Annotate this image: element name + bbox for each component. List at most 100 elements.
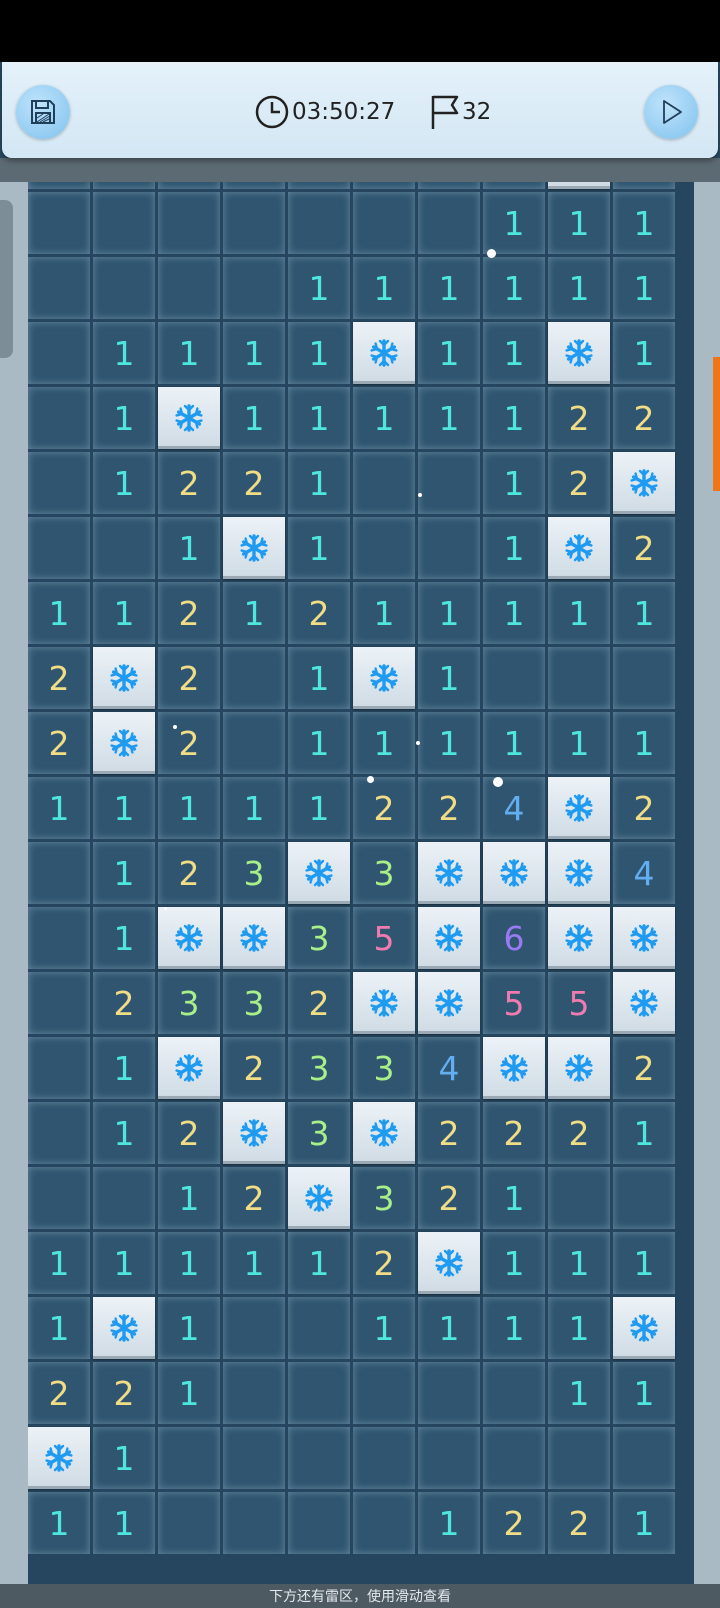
number-cell[interactable]: 1 (353, 712, 415, 774)
number-cell[interactable]: 1 (93, 1232, 155, 1294)
number-cell[interactable]: 1 (28, 1232, 90, 1294)
empty-cell[interactable] (613, 647, 675, 709)
number-cell[interactable]: 2 (288, 582, 350, 644)
number-cell[interactable]: 1 (548, 257, 610, 319)
number-cell[interactable]: 1 (483, 322, 545, 384)
empty-cell[interactable] (418, 517, 480, 579)
number-cell[interactable]: 2 (483, 1102, 545, 1164)
empty-cell[interactable] (28, 452, 90, 514)
mine-cell[interactable] (223, 1102, 285, 1164)
number-cell[interactable]: 2 (158, 1102, 220, 1164)
number-cell[interactable]: 1 (93, 842, 155, 904)
empty-cell[interactable] (548, 1427, 610, 1489)
empty-cell[interactable] (288, 1427, 350, 1489)
number-cell[interactable]: 2 (158, 842, 220, 904)
number-cell[interactable]: 2 (223, 1037, 285, 1099)
number-cell[interactable]: 1 (353, 257, 415, 319)
number-cell[interactable]: 1 (483, 712, 545, 774)
number-cell[interactable]: 1 (223, 1232, 285, 1294)
number-cell[interactable]: 3 (223, 972, 285, 1034)
number-cell[interactable]: 4 (613, 842, 675, 904)
empty-cell[interactable] (28, 322, 90, 384)
number-cell[interactable]: 1 (223, 582, 285, 644)
number-cell[interactable]: 1 (288, 387, 350, 449)
number-cell[interactable]: 2 (548, 387, 610, 449)
minefield-board[interactable]: 1 1 1 1 1 1 1 1 1 1 1 1 1 1 1 1 1 1 1 1 1 1 1 1 2 2 1 2 2 1 1 2 1 1 1 2 1 1 2 1… (28, 163, 694, 1584)
number-cell[interactable]: 6 (483, 907, 545, 969)
mine-cell[interactable] (158, 1037, 220, 1099)
number-cell[interactable]: 1 (93, 777, 155, 839)
mine-cell[interactable] (548, 322, 610, 384)
number-cell[interactable]: 1 (483, 1297, 545, 1359)
number-cell[interactable]: 2 (418, 1167, 480, 1229)
number-cell[interactable]: 1 (353, 582, 415, 644)
number-cell[interactable]: 1 (483, 452, 545, 514)
empty-cell[interactable] (93, 1167, 155, 1229)
number-cell[interactable]: 1 (93, 1102, 155, 1164)
number-cell[interactable]: 1 (288, 1232, 350, 1294)
empty-cell[interactable] (418, 192, 480, 254)
mine-cell[interactable] (548, 1037, 610, 1099)
save-button[interactable] (16, 85, 70, 139)
mine-cell[interactable] (483, 842, 545, 904)
mine-cell[interactable] (613, 907, 675, 969)
number-cell[interactable]: 1 (613, 257, 675, 319)
mine-cell[interactable] (28, 1427, 90, 1489)
number-cell[interactable]: 1 (548, 1362, 610, 1424)
number-cell[interactable]: 1 (93, 907, 155, 969)
number-cell[interactable]: 1 (418, 582, 480, 644)
number-cell[interactable]: 3 (223, 842, 285, 904)
number-cell[interactable]: 2 (353, 777, 415, 839)
number-cell[interactable]: 5 (548, 972, 610, 1034)
empty-cell[interactable] (223, 1427, 285, 1489)
number-cell[interactable]: 2 (548, 452, 610, 514)
number-cell[interactable]: 1 (483, 257, 545, 319)
number-cell[interactable]: 1 (93, 452, 155, 514)
empty-cell[interactable] (548, 647, 610, 709)
mine-cell[interactable] (613, 1297, 675, 1359)
empty-cell[interactable] (613, 1427, 675, 1489)
empty-cell[interactable] (353, 192, 415, 254)
mine-cell[interactable] (353, 1102, 415, 1164)
number-cell[interactable]: 2 (548, 1102, 610, 1164)
empty-cell[interactable] (223, 192, 285, 254)
number-cell[interactable]: 1 (93, 387, 155, 449)
number-cell[interactable]: 1 (288, 712, 350, 774)
empty-cell[interactable] (418, 452, 480, 514)
number-cell[interactable]: 1 (548, 192, 610, 254)
number-cell[interactable]: 2 (613, 777, 675, 839)
number-cell[interactable]: 2 (418, 1102, 480, 1164)
number-cell[interactable]: 1 (418, 387, 480, 449)
empty-cell[interactable] (223, 647, 285, 709)
number-cell[interactable]: 1 (288, 777, 350, 839)
mine-cell[interactable] (418, 907, 480, 969)
empty-cell[interactable] (158, 192, 220, 254)
mine-cell[interactable] (158, 907, 220, 969)
empty-cell[interactable] (353, 452, 415, 514)
number-cell[interactable]: 2 (353, 1232, 415, 1294)
number-cell[interactable]: 1 (483, 517, 545, 579)
number-cell[interactable]: 1 (93, 1037, 155, 1099)
number-cell[interactable]: 1 (418, 1297, 480, 1359)
number-cell[interactable]: 3 (353, 842, 415, 904)
number-cell[interactable]: 1 (548, 1297, 610, 1359)
empty-cell[interactable] (28, 192, 90, 254)
number-cell[interactable]: 2 (158, 647, 220, 709)
number-cell[interactable]: 2 (158, 452, 220, 514)
number-cell[interactable]: 4 (483, 777, 545, 839)
number-cell[interactable]: 1 (418, 257, 480, 319)
empty-cell[interactable] (223, 257, 285, 319)
number-cell[interactable]: 2 (613, 517, 675, 579)
number-cell[interactable]: 3 (288, 1102, 350, 1164)
number-cell[interactable]: 2 (418, 777, 480, 839)
empty-cell[interactable] (223, 1362, 285, 1424)
number-cell[interactable]: 2 (28, 1362, 90, 1424)
number-cell[interactable]: 1 (28, 1492, 90, 1554)
number-cell[interactable]: 1 (613, 322, 675, 384)
mine-cell[interactable] (158, 387, 220, 449)
mine-cell[interactable] (548, 517, 610, 579)
number-cell[interactable]: 1 (288, 322, 350, 384)
number-cell[interactable]: 2 (28, 712, 90, 774)
number-cell[interactable]: 1 (288, 257, 350, 319)
mine-cell[interactable] (93, 647, 155, 709)
